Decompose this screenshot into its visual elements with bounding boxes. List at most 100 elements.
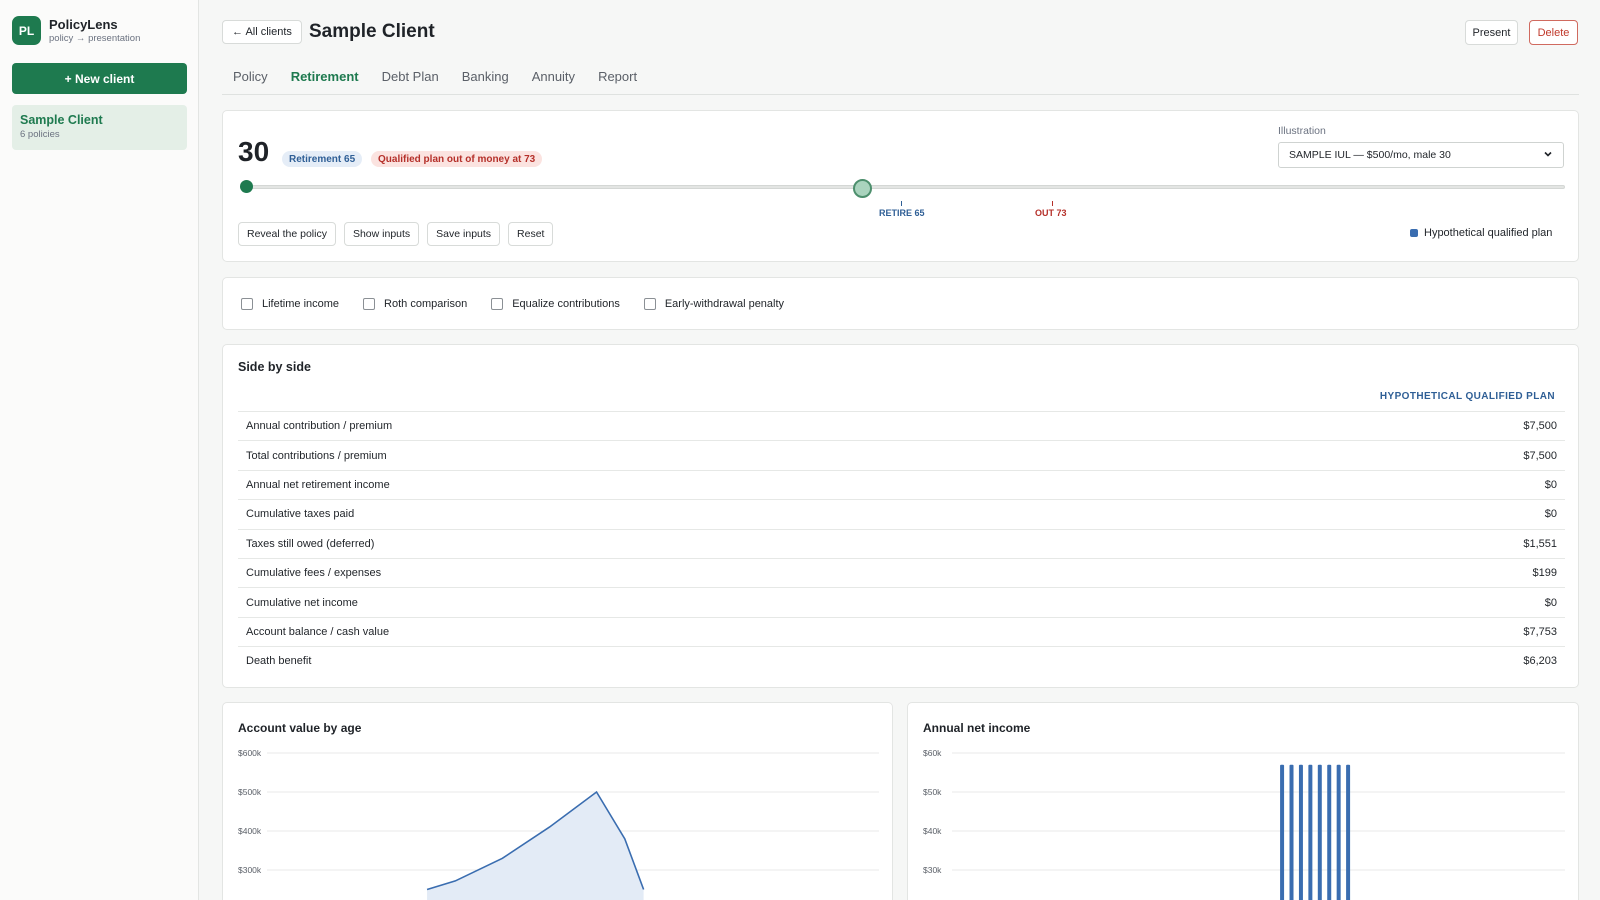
row-label: Cumulative taxes paid [246,508,355,521]
side-by-side-card: Side by side HYPOTHETICAL QUALIFIED PLAN… [222,344,1579,688]
retire-marker-tick [901,201,902,206]
checkbox-icon [643,297,656,310]
row-label: Taxes still owed (deferred) [246,537,375,550]
annual-income-chart-card: Annual net income $60k $50k $40k $30k [907,702,1579,900]
checkbox-label: Roth comparison [384,297,468,310]
present-button[interactable]: Present [1465,20,1518,45]
y-tick-label: $300k [238,865,262,875]
illustration-label: Illustration [1278,125,1326,137]
y-tick-label: $400k [238,826,262,836]
age-controls-card: 30 Retirement 65 Qualified plan out of m… [222,110,1579,262]
age-slider-start-marker [240,180,253,193]
retire-marker-label: RETIRE 65 [879,208,925,218]
table-row: Taxes still owed (deferred) $1,551 [238,528,1565,558]
table-row: Account balance / cash value $7,753 [238,616,1565,646]
table-row: Cumulative fees / expenses $199 [238,557,1565,587]
bar [1327,764,1332,900]
table-row: Annual net retirement income $0 [238,469,1565,499]
legend-label: Hypothetical qualified plan [1424,227,1553,239]
checkbox-icon [241,297,253,310]
row-value: $6,203 [1523,655,1557,668]
age-slider-track[interactable] [246,185,1565,189]
checkbox-label: Equalize contributions [512,297,620,310]
checkbox-icon [491,297,504,310]
illustration-select[interactable]: SAMPLE IUL — $500/mo, male 30 [1278,142,1564,168]
bar [1346,764,1351,900]
show-inputs-button[interactable]: Show inputs [343,222,420,246]
table-row: Cumulative net income $0 [238,587,1565,616]
roth-comparison-checkbox[interactable]: Roth comparison [363,297,468,310]
y-tick-label: $40k [923,826,942,836]
out-marker-tick [1052,201,1053,206]
row-value: $7,500 [1523,420,1557,433]
row-label: Cumulative fees / expenses [246,567,382,580]
checkbox-label: Lifetime income [262,297,340,310]
table-row: Annual contribution / premium $7,500 [238,411,1565,440]
section-title: Side by side [238,360,311,374]
annual-income-chart: $60k $50k $40k $30k [923,748,1565,900]
checkbox-icon [363,297,376,310]
table-row: Death benefit $6,203 [238,646,1565,675]
y-tick-label: $500k [238,787,262,797]
tab-bar: Policy Retirement Debt Plan Banking Annu… [222,64,1579,95]
save-inputs-button[interactable]: Save inputs [427,222,501,246]
tab-retirement[interactable]: Retirement [280,64,371,95]
y-tick-label: $600k [238,748,262,758]
y-tick-label: $30k [923,865,942,875]
out-marker-label: OUT 73 [1035,208,1067,218]
chart-title: Annual net income [923,721,1031,735]
bar [1280,764,1285,900]
brand-name: PolicyLens [49,16,118,32]
chevron-down-icon [1543,149,1553,162]
tab-debt-plan[interactable]: Debt Plan [371,64,451,95]
row-label: Annual contribution / premium [246,420,393,433]
row-value: $7,500 [1523,449,1557,462]
out-of-money-badge: Qualified plan out of money at 73 [371,151,543,167]
account-value-chart: $600k $500k $400k $300k [238,748,879,900]
row-value: $7,753 [1523,625,1557,638]
row-value: $0 [1544,478,1557,491]
row-label: Total contributions / premium [246,449,387,462]
retirement-age-badge: Retirement 65 [282,151,363,167]
tab-banking[interactable]: Banking [451,64,521,95]
action-buttons: Reveal the policy Show inputs Save input… [238,222,554,246]
row-label: Annual net retirement income [246,478,390,491]
brand: PL PolicyLens policy → presentation [12,16,186,45]
column-header: HYPOTHETICAL QUALIFIED PLAN [1379,391,1555,402]
equalize-contributions-checkbox[interactable]: Equalize contributions [491,297,620,310]
reveal-policy-button[interactable]: Reveal the policy [238,222,336,246]
sidebar-client-item[interactable]: Sample Client 6 policies [12,105,187,150]
row-label: Account balance / cash value [246,625,390,638]
reset-button[interactable]: Reset [508,222,554,246]
row-value: $199 [1532,567,1557,580]
legend-swatch [1410,229,1418,237]
all-clients-button[interactable]: ← All clients [222,20,302,44]
row-value: $0 [1544,596,1557,609]
page-title: Sample Client [309,21,435,42]
lifetime-income-checkbox[interactable]: Lifetime income [241,297,340,310]
bar [1308,764,1313,900]
illustration-selected-value: SAMPLE IUL — $500/mo, male 30 [1289,149,1451,161]
client-name: Sample Client [20,113,103,127]
new-client-button[interactable]: + New client [12,63,187,94]
tab-policy[interactable]: Policy [222,64,280,95]
client-policy-count: 6 policies [20,129,60,140]
bar [1336,764,1341,900]
sidebar: PL PolicyLens policy → presentation + Ne… [0,0,199,900]
bar [1317,764,1322,900]
bar [1289,764,1294,900]
tab-report[interactable]: Report [587,64,649,95]
row-value: $0 [1544,508,1557,521]
early-withdrawal-penalty-checkbox[interactable]: Early-withdrawal penalty [643,297,784,310]
area-fill [427,792,644,900]
brand-tagline: policy → presentation [49,32,141,44]
age-slider-thumb[interactable] [853,179,872,198]
row-value: $1,551 [1523,537,1557,550]
delete-button[interactable]: Delete [1529,20,1578,45]
account-value-chart-card: Account value by age $600k $500k $400k $300… [222,702,893,900]
current-age: 30 [238,136,270,167]
table-row: Total contributions / premium $7,500 [238,440,1565,469]
tab-annuity[interactable]: Annuity [521,64,587,95]
chart-legend: Hypothetical qualified plan [1410,227,1552,239]
row-label: Cumulative net income [246,596,358,609]
